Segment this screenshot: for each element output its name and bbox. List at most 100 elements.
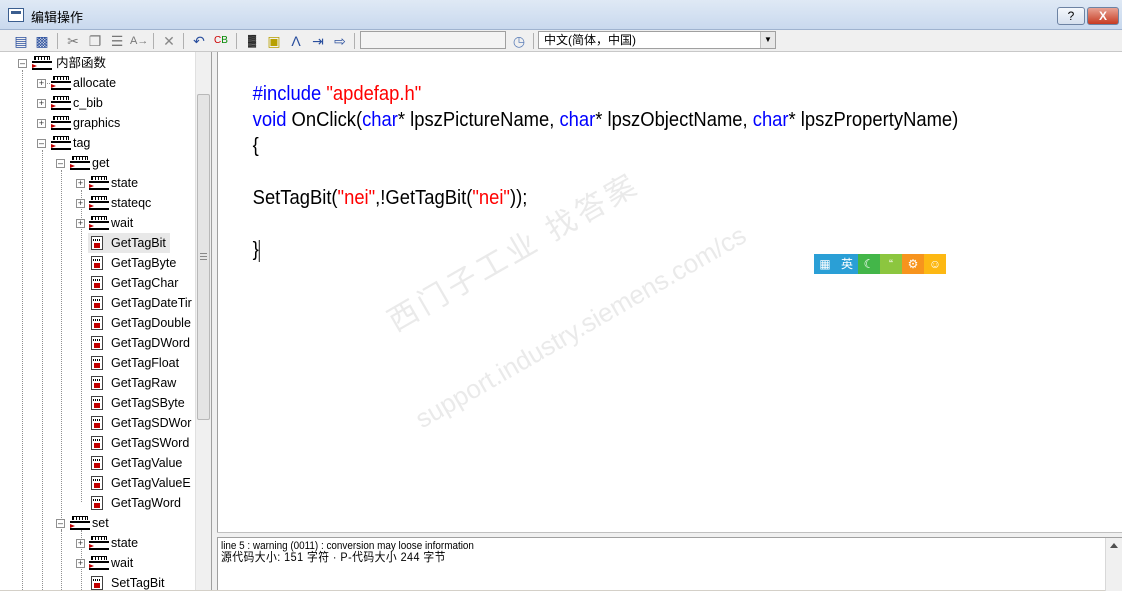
paste-icon[interactable]: ☰ bbox=[108, 32, 126, 50]
tree-item[interactable]: – tag bbox=[0, 133, 195, 153]
tree-item-label: graphics bbox=[73, 116, 121, 130]
window-title: 编辑操作 bbox=[31, 10, 84, 25]
code-text: OnClick( bbox=[286, 109, 363, 131]
expand-icon[interactable]: + bbox=[37, 79, 46, 88]
tree-item[interactable]: SetTagBit bbox=[88, 573, 195, 590]
tree-item[interactable]: GetTagSDWor bbox=[88, 413, 195, 433]
cut-icon[interactable]: ✂ bbox=[64, 32, 82, 50]
tree-item[interactable]: GetTagByte bbox=[88, 253, 195, 273]
collapse-icon[interactable]: – bbox=[56, 519, 65, 528]
tree-item[interactable]: + state bbox=[0, 533, 195, 553]
delete-icon[interactable]: ✕ bbox=[160, 32, 178, 50]
code-line-7: } bbox=[222, 211, 260, 289]
save-icon[interactable]: ▤ bbox=[12, 32, 30, 50]
tags-icon[interactable]: ▓ bbox=[243, 32, 261, 50]
tree-item[interactable]: + wait bbox=[0, 213, 195, 233]
scroll-up-icon[interactable] bbox=[1110, 543, 1118, 548]
tree-item-label: GetTagBit bbox=[111, 236, 166, 250]
tree-item[interactable]: + state bbox=[0, 173, 195, 193]
help-button[interactable]: ? bbox=[1057, 7, 1085, 25]
code-text: { bbox=[252, 135, 259, 157]
chevron-down-icon[interactable]: ▼ bbox=[760, 32, 775, 48]
tree-item[interactable]: GetTagChar bbox=[88, 273, 195, 293]
scrollbar-thumb[interactable] bbox=[197, 94, 210, 420]
ime-english-toggle[interactable]: 英 bbox=[836, 254, 858, 274]
code-keyword: char bbox=[362, 109, 398, 131]
smiley-icon[interactable]: ☺ bbox=[924, 254, 946, 274]
tree-item[interactable]: GetTagRaw bbox=[88, 373, 195, 393]
ime-logo-icon[interactable]: ▦ bbox=[814, 254, 836, 274]
tree-root[interactable]: – 内部函数 bbox=[0, 53, 195, 73]
function-file-icon bbox=[91, 296, 103, 310]
tree-item-label: GetTagValueE bbox=[111, 476, 191, 490]
import-icon[interactable]: ⇥ bbox=[309, 32, 327, 50]
tree-item[interactable]: GetTagDateTir bbox=[88, 293, 195, 313]
output-scrollbar[interactable] bbox=[1105, 538, 1122, 591]
function-file-icon bbox=[91, 376, 103, 390]
code-keyword: char bbox=[752, 109, 789, 131]
expand-icon[interactable]: + bbox=[76, 179, 85, 188]
code-text: SetTagBit( bbox=[252, 187, 338, 209]
tree-item[interactable]: + wait bbox=[0, 553, 195, 573]
expand-icon[interactable]: + bbox=[37, 99, 46, 108]
watermark-url: support.industry.siemens.com/cs bbox=[410, 219, 752, 434]
title-bar: 编辑操作 ? X bbox=[0, 0, 1122, 30]
function-file-icon bbox=[91, 256, 103, 270]
tree-item-label: GetTagSWord bbox=[111, 436, 190, 450]
code-editor[interactable]: 西门子工业 找答案 support.industry.siemens.com/c… bbox=[217, 52, 1122, 532]
expand-icon[interactable]: + bbox=[76, 199, 85, 208]
moon-icon[interactable]: ☾ bbox=[858, 254, 880, 274]
function-file-icon bbox=[91, 356, 103, 370]
tree-item[interactable]: – get bbox=[0, 153, 195, 173]
undo-icon[interactable]: ↶ bbox=[190, 32, 208, 50]
window-icon bbox=[8, 8, 24, 22]
punctuation-icon[interactable]: “ bbox=[880, 254, 902, 274]
language-select[interactable]: 中文(简体，中国) ▼ bbox=[538, 31, 776, 49]
toolbar-input[interactable] bbox=[360, 31, 506, 49]
code-text: )); bbox=[509, 187, 528, 209]
tree-item[interactable]: GetTagDouble bbox=[88, 313, 195, 333]
collapse-icon[interactable]: – bbox=[56, 159, 65, 168]
folder-icon bbox=[51, 76, 71, 90]
collapse-icon[interactable]: – bbox=[18, 59, 27, 68]
tree-item[interactable]: GetTagSByte bbox=[88, 393, 195, 413]
save-as-icon[interactable]: ▩ bbox=[33, 32, 51, 50]
folder-icon bbox=[89, 176, 109, 190]
compass-icon[interactable]: Λ bbox=[287, 32, 305, 50]
tree-item-label: wait bbox=[111, 556, 134, 570]
tree-item-label: set bbox=[92, 516, 109, 530]
tree-item[interactable]: + allocate bbox=[0, 73, 195, 93]
toolbar-separator bbox=[57, 33, 58, 49]
tree-item-label: SetTagBit bbox=[111, 576, 165, 590]
tree-item[interactable]: + graphics bbox=[0, 113, 195, 133]
toolbar-separator bbox=[153, 33, 154, 49]
function-file-icon bbox=[91, 416, 103, 430]
copy-icon[interactable]: ❐ bbox=[86, 32, 104, 50]
folder-icon bbox=[89, 196, 109, 210]
tree-item[interactable]: – set bbox=[0, 513, 195, 533]
compile-icon[interactable]: CB bbox=[212, 32, 230, 50]
tree-item-selected[interactable]: GetTagBit bbox=[88, 233, 170, 253]
cube-icon[interactable]: ▣ bbox=[265, 32, 283, 50]
expand-icon[interactable]: + bbox=[37, 119, 46, 128]
tree-item[interactable]: GetTagDWord bbox=[88, 333, 195, 353]
tree-item[interactable]: + stateqc bbox=[0, 193, 195, 213]
expand-icon[interactable]: + bbox=[76, 219, 85, 228]
replace-icon[interactable]: A→ bbox=[130, 32, 148, 50]
collapse-icon[interactable]: – bbox=[37, 139, 46, 148]
tree-item[interactable]: + c_bib bbox=[0, 93, 195, 113]
tree-item[interactable]: GetTagValue bbox=[88, 453, 195, 473]
tree-item[interactable]: GetTagSWord bbox=[88, 433, 195, 453]
tree-item[interactable]: GetTagFloat bbox=[88, 353, 195, 373]
tree-item[interactable]: GetTagValueE bbox=[88, 473, 195, 493]
close-button[interactable]: X bbox=[1087, 7, 1119, 25]
export-icon[interactable]: ⇨ bbox=[331, 32, 349, 50]
function-file-icon bbox=[91, 276, 103, 290]
expand-icon[interactable]: + bbox=[76, 559, 85, 568]
clock-icon[interactable]: ◷ bbox=[510, 32, 528, 50]
tree-item[interactable]: GetTagWord bbox=[88, 493, 195, 513]
code-line-5: SetTagBit("nei",!GetTagBit("nei")); bbox=[222, 159, 528, 237]
settings-icon[interactable]: ⚙ bbox=[902, 254, 924, 274]
tree-scrollbar[interactable] bbox=[195, 52, 211, 590]
expand-icon[interactable]: + bbox=[76, 539, 85, 548]
